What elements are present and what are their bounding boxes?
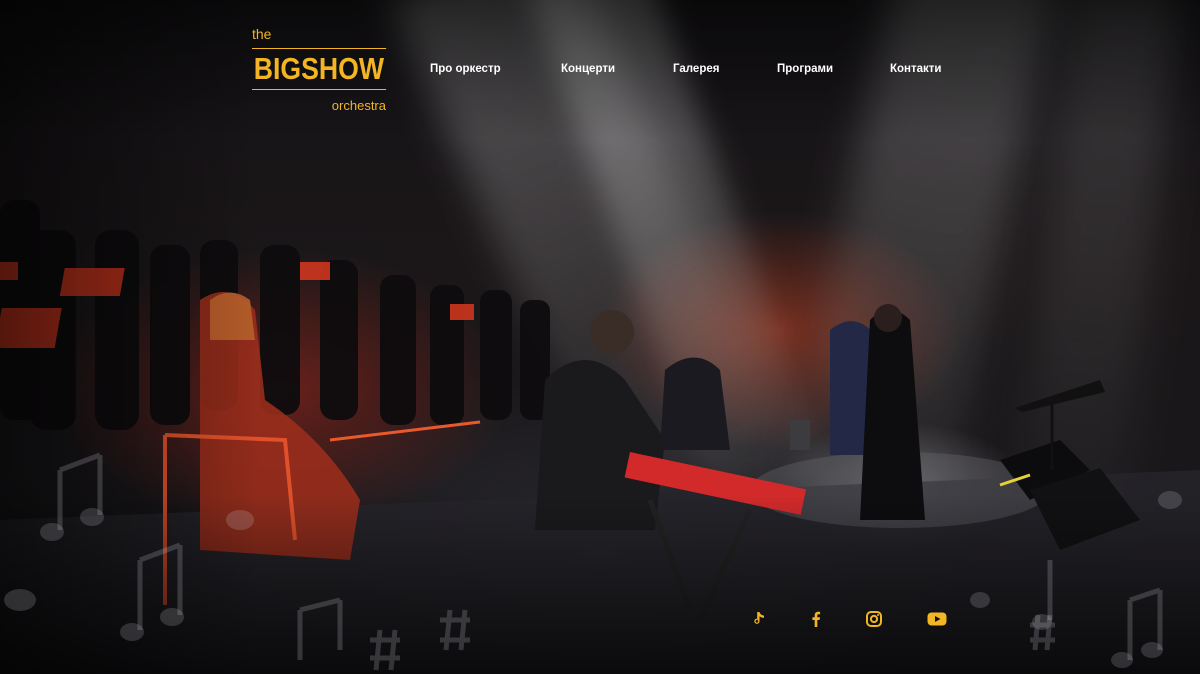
- main-navigation: Про оркестр Концерти Галерея Програми Ко…: [0, 63, 1200, 79]
- instagram-icon[interactable]: [862, 606, 886, 632]
- logo-orchestra-text: orchestra: [331, 98, 386, 113]
- facebook-icon[interactable]: [804, 606, 828, 632]
- social-links: [0, 606, 1200, 632]
- nav-item-programs[interactable]: Програми: [777, 63, 833, 75]
- nav-item-concerts[interactable]: Концерти: [561, 63, 615, 75]
- nav-item-about[interactable]: Про оркестр: [430, 63, 501, 75]
- tiktok-icon[interactable]: [747, 606, 771, 632]
- bottom-gradient-overlay: [0, 494, 1200, 674]
- nav-item-gallery[interactable]: Галерея: [673, 63, 719, 75]
- logo-the-text: the: [252, 26, 272, 42]
- youtube-icon[interactable]: [925, 606, 949, 632]
- nav-item-contacts[interactable]: Контакти: [890, 63, 941, 75]
- hero-background-photo: [0, 0, 1200, 674]
